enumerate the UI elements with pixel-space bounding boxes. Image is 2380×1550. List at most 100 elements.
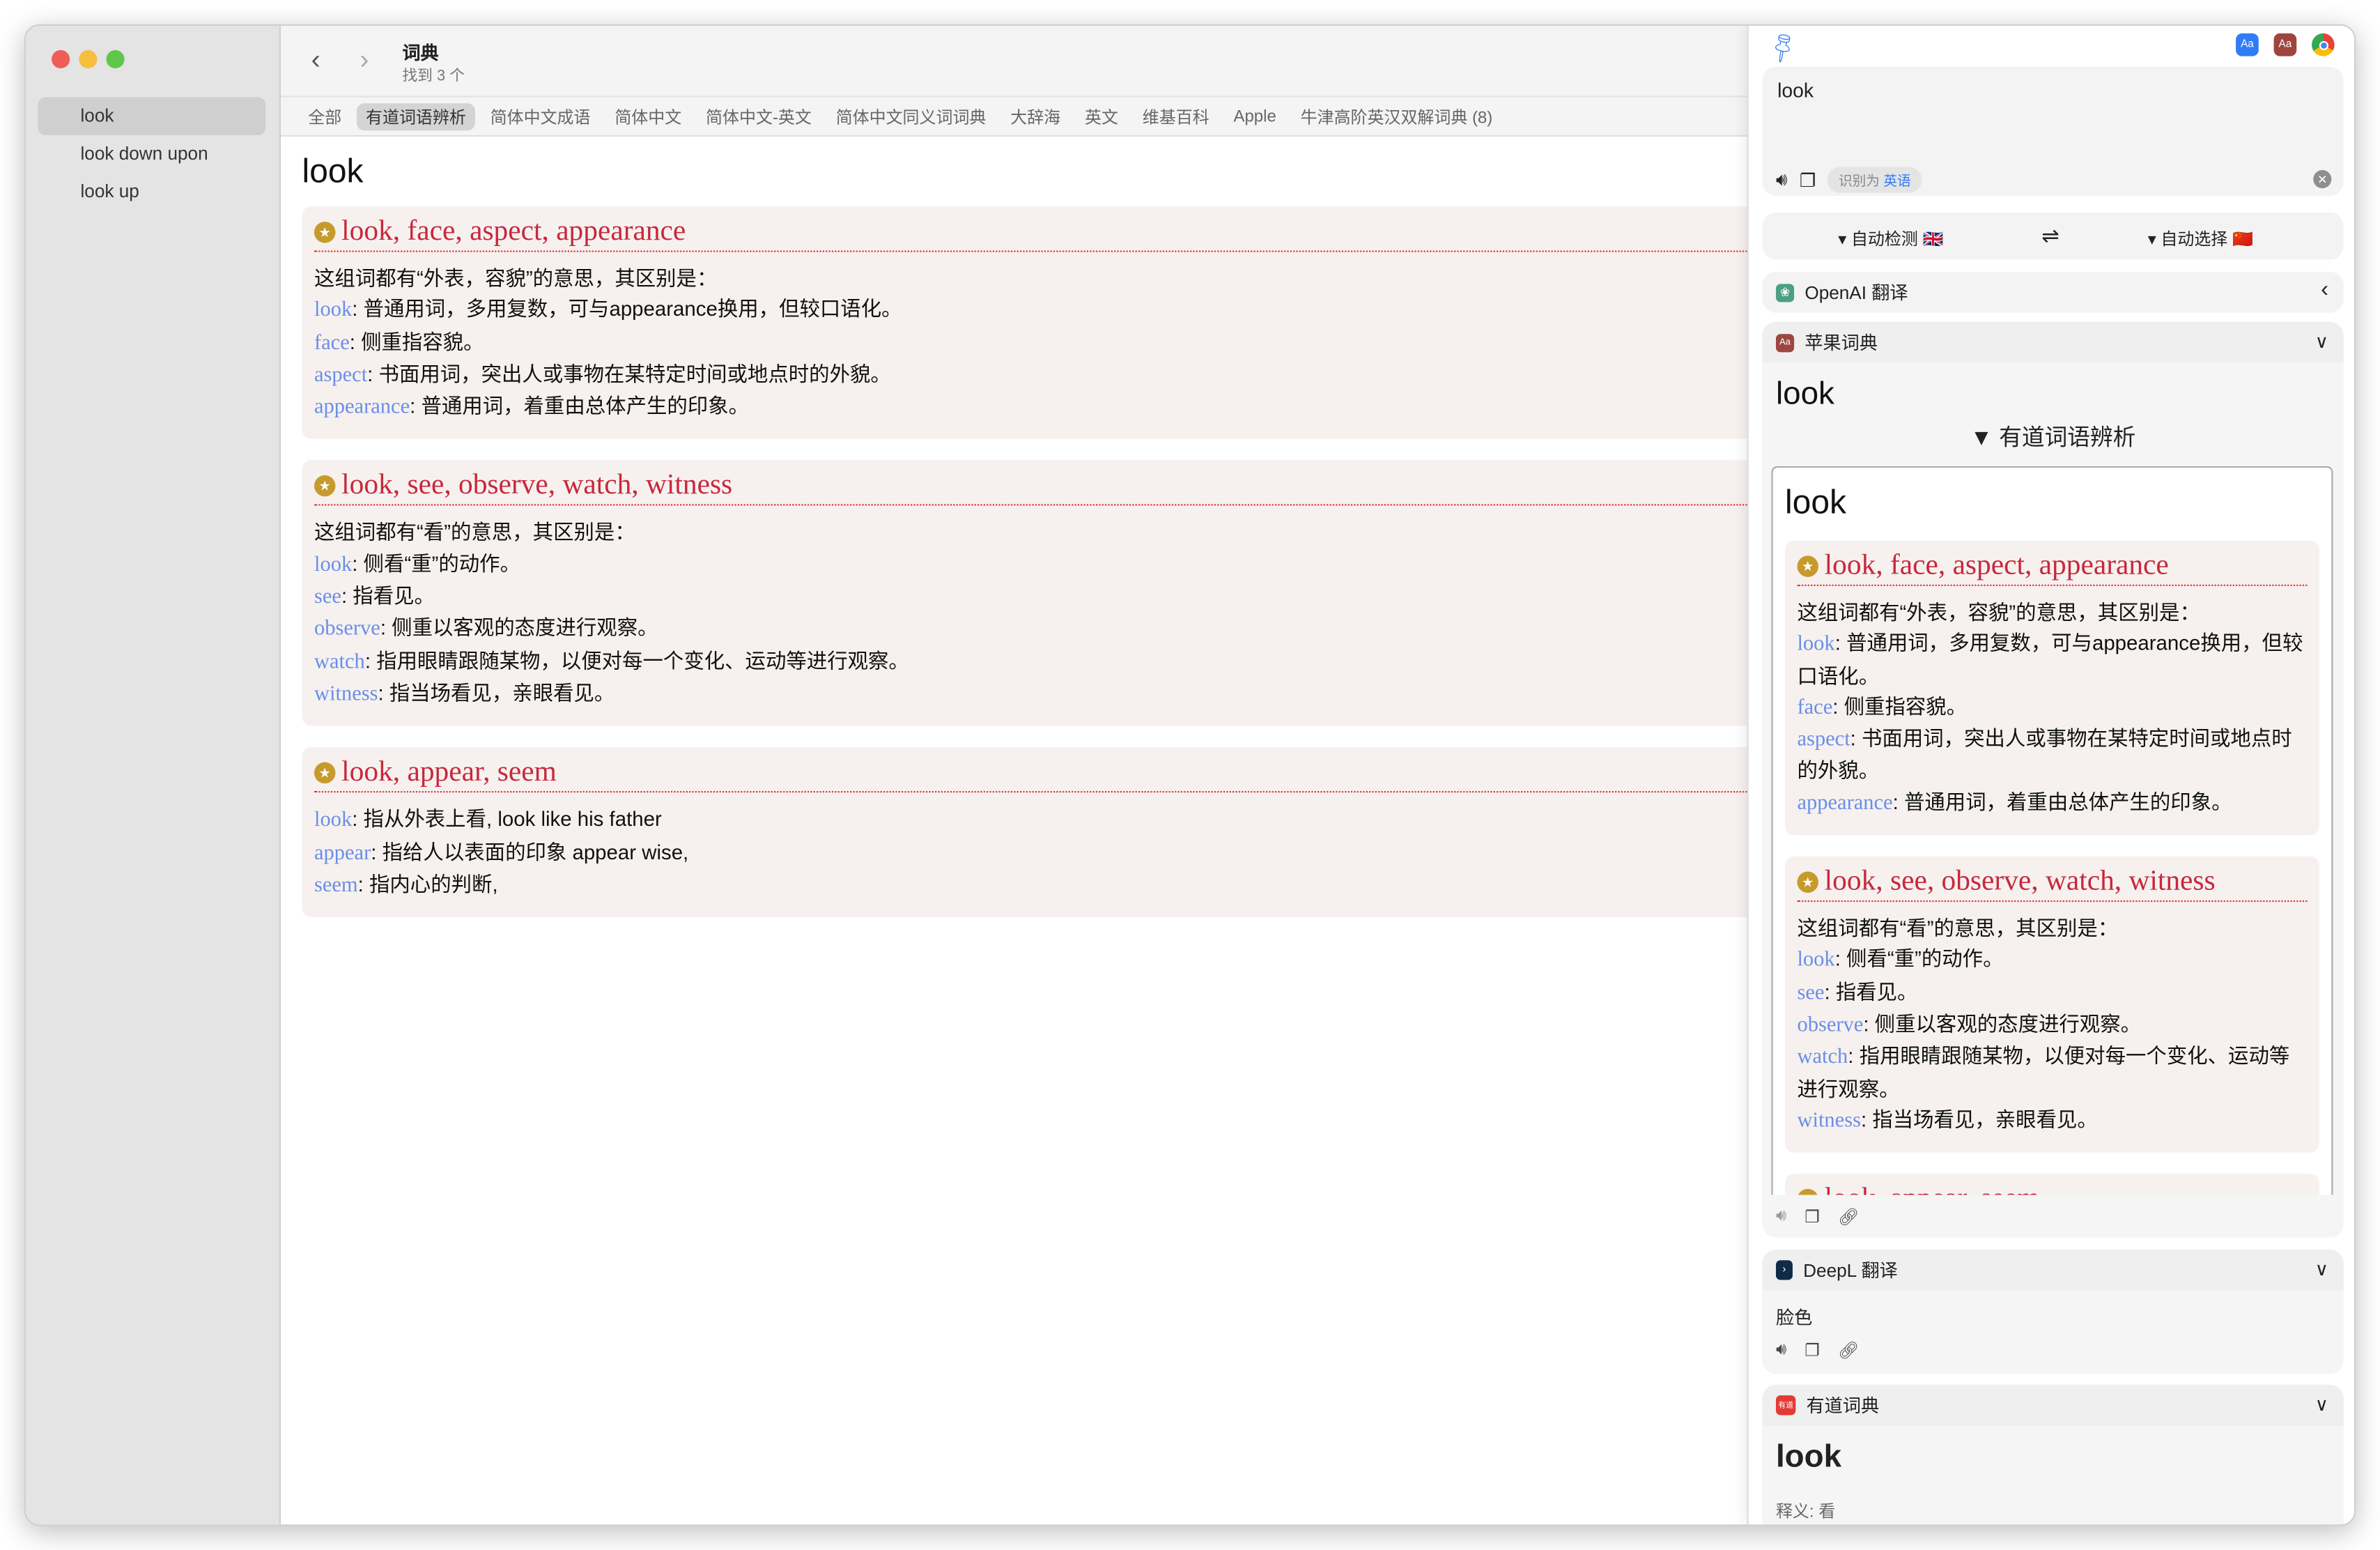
entry-word-link[interactable]: aspect [1797, 729, 1850, 752]
entry-word-link[interactable]: look [314, 810, 352, 833]
entry-word-link[interactable]: aspect [314, 365, 367, 388]
chevron-left-icon[interactable]: ‹ [311, 44, 320, 76]
openai-section[interactable]: ❀ OpenAI 翻译 ‹ [1762, 271, 2344, 313]
entry-word-link[interactable]: watch [1797, 1047, 1848, 1070]
entry-word-link[interactable]: see [314, 586, 341, 609]
tab-8[interactable]: 维基百科 [1134, 102, 1219, 130]
entry-word-link[interactable]: face [314, 332, 350, 355]
dictionary-app-icon[interactable]: Aa [2236, 33, 2259, 56]
target-language: 自动选择 [2161, 231, 2228, 250]
tab-3[interactable]: 简体中文 [605, 102, 690, 130]
swap-icon[interactable]: ⇌ [2041, 223, 2060, 249]
entry-definition: : 指用眼睛跟随某物，以便对每一个变化、运动等进行观察。 [1797, 1045, 2290, 1100]
entry-word-link[interactable]: observe [314, 619, 380, 642]
chevron-down-icon[interactable]: ∨ [2315, 1394, 2328, 1415]
entry-word-link[interactable]: seem [314, 875, 358, 898]
entry-definition: : 普通用词，着重由总体产生的印象。 [410, 394, 750, 418]
tab-2[interactable]: 简体中文成语 [481, 102, 600, 130]
pin-icon[interactable]: 📌︎ [1763, 28, 1802, 66]
chrome-icon[interactable] [2312, 33, 2335, 56]
entry-word-link[interactable]: look [314, 554, 352, 577]
tab-10[interactable]: 牛津高阶英汉双解词典 (8) [1292, 102, 1502, 130]
entry-title-text: look, see, observe, watch, witness [341, 470, 733, 502]
china-flag-icon: 🇨🇳 [2232, 231, 2253, 250]
entry-word-link[interactable]: appearance [1797, 792, 1892, 815]
youdao-label: 有道词典 [1806, 1395, 1880, 1417]
apple-dictionary-section: Aa 苹果词典 ∨ look ▼ 有道词语辨析 look ★ look, face, … [1762, 321, 2344, 1238]
speaker-icon[interactable]: 🔊︎ [1776, 1207, 1786, 1227]
entry-definition: : 普通用词，多用复数，可与appearance换用，但较口语化。 [352, 298, 902, 321]
chevron-left-icon[interactable]: ‹ [2321, 277, 2328, 302]
sidebar-item-look-up[interactable]: look up [38, 173, 265, 210]
youdao-icon: 有道 [1775, 1395, 1796, 1415]
entry-definition: : 指从外表上看, look like his father [352, 808, 662, 831]
entry-title-text: look, appear, seem [341, 756, 557, 789]
deepl-icon: › [1775, 1260, 1793, 1280]
zoom-window-button[interactable] [106, 49, 125, 69]
speaker-icon[interactable]: 🔊︎ [1776, 169, 1787, 192]
sidebar-item-look[interactable]: look [38, 97, 266, 135]
source-language: 自动检测 [1850, 231, 1918, 250]
entry-word-link[interactable]: look [314, 300, 352, 323]
speaker-icon[interactable]: 🔊︎ [1776, 1341, 1786, 1360]
deepl-result: 脸色 [1775, 1307, 1813, 1329]
query-input[interactable]: look [1777, 79, 1814, 102]
entry-line: look: 侧看“重”的动作。 [1797, 945, 2307, 977]
apple-dictionary-icon[interactable]: Aa [2273, 33, 2297, 56]
apple-headword: look [1775, 376, 1834, 412]
copy-icon[interactable]: ❐ [1805, 1207, 1820, 1227]
entry-word-link[interactable]: look [1797, 949, 1834, 972]
entry-definition: : 侧重指容貌。 [1832, 695, 1968, 719]
youdao-meaning: 释义: 看 [1775, 1503, 1836, 1521]
detected-language-badge[interactable]: 识别为 英语 [1828, 167, 1922, 193]
entry-definition: : 书面用词，突出人或事物在某特定时间或地点时的外貌。 [1797, 727, 2292, 783]
entry-definition: : 普通用词，着重由总体产生的印象。 [1892, 790, 2232, 814]
input-box[interactable]: look 🔊︎ ❐ 识别为 英语 ✕ [1762, 66, 2344, 197]
copy-icon[interactable]: ❐ [1805, 1341, 1820, 1360]
translation-panel: 📌︎ Aa Aa look 🔊︎ ❐ 识别为 英语 ✕ ▾ 自动检测 🇬🇧 ⇌ … [1747, 26, 2355, 1525]
chevron-right-icon[interactable]: › [360, 44, 369, 76]
entry-word-link[interactable]: look [1797, 634, 1834, 657]
chevron-down-icon[interactable]: ∨ [2315, 1259, 2328, 1280]
language-bar: ▾ 自动检测 🇬🇧 ⇌ ▾ 自动选择 🇨🇳 [1762, 213, 2344, 260]
window-title: 词典 [402, 43, 439, 64]
entry-definition: : 侧看“重”的动作。 [352, 552, 521, 576]
entry-word-link[interactable]: witness [314, 683, 378, 706]
entry-card: ★ look, see, observe, watch, witness 这组词都有… [1785, 856, 2319, 1153]
entry-line: face: 侧重指容貌。 [1797, 692, 2307, 724]
openai-label: OpenAI 翻译 [1805, 282, 1908, 304]
copy-icon[interactable]: ❐ [1800, 169, 1816, 191]
chevron-down-icon[interactable]: ∨ [2315, 331, 2328, 353]
entry-intro: 这组词都有“看”的意思，其区别是： [1797, 917, 2119, 940]
sidebar-item-look-down-upon[interactable]: look down upon [38, 135, 265, 173]
link-icon[interactable]: 🔗︎ [1838, 1341, 1859, 1360]
entry-word-link[interactable]: face [1797, 697, 1832, 720]
entry-word-link[interactable]: observe [1797, 1014, 1863, 1037]
tab-9[interactable]: Apple [1224, 105, 1285, 127]
entry-line: look: 普通用词，多用复数，可与appearance换用，但较口语化。 [1797, 629, 2307, 693]
tab-4[interactable]: 简体中文-英文 [697, 102, 821, 130]
close-window-button[interactable] [52, 49, 70, 69]
entry-word-link[interactable]: watch [314, 651, 365, 674]
entry-definition: : 指当场看见，亲眼看见。 [378, 682, 615, 705]
apple-section-toggle[interactable]: ▼ 有道词语辨析 [1762, 420, 2343, 452]
target-language-select[interactable]: ▾ 自动选择 🇨🇳 [2148, 227, 2253, 251]
source-language-select[interactable]: ▾ 自动检测 🇬🇧 [1838, 227, 1943, 251]
entry-title: ★ look, see, observe, watch, witness [1797, 866, 2308, 903]
entry-word-link[interactable]: witness [1797, 1110, 1861, 1133]
link-icon[interactable]: 🔗︎ [1838, 1207, 1859, 1227]
entry-word-link[interactable]: see [1797, 982, 1824, 1005]
minimize-window-button[interactable] [79, 49, 98, 69]
entry-definition: : 侧重以客观的态度进行观察。 [1863, 1013, 2142, 1036]
tab-5[interactable]: 简体中文同义词词典 [827, 102, 996, 130]
tab-7[interactable]: 英文 [1076, 102, 1127, 130]
tab-0[interactable]: 全部 [299, 102, 350, 130]
entry-definition: : 普通用词，多用复数，可与appearance换用，但较口语化。 [1797, 631, 2303, 688]
entry-definition: : 书面用词，突出人或事物在某特定时间或地点时的外貌。 [367, 362, 891, 386]
tab-6[interactable]: 大辞海 [1001, 102, 1069, 130]
entry-word-link[interactable]: appearance [314, 397, 410, 420]
tab-1[interactable]: 有道词语辨析 [356, 102, 475, 130]
entry-title: ★ look, appear, seem [1797, 1183, 2307, 1195]
clear-icon[interactable]: ✕ [2313, 170, 2332, 189]
entry-word-link[interactable]: appear [314, 842, 371, 865]
